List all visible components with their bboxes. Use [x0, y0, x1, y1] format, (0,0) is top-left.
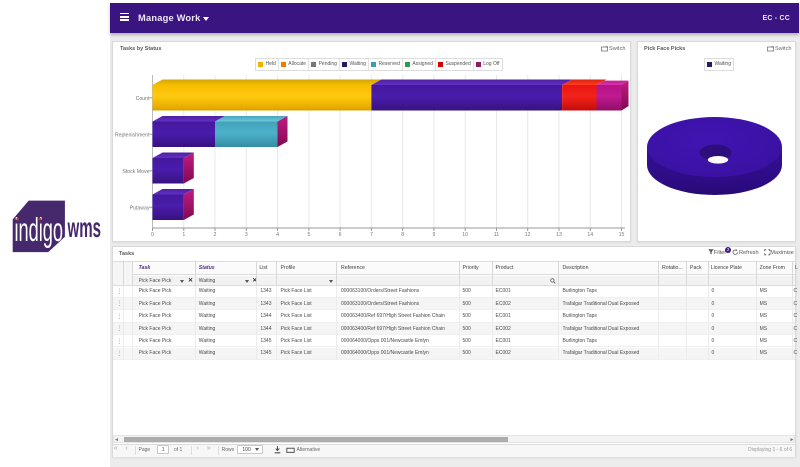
svg-text:Replenishment: Replenishment: [115, 132, 150, 138]
svg-text:indigo: indigo: [15, 211, 64, 248]
svg-text:14: 14: [587, 232, 593, 238]
svg-text:Count: Count: [136, 96, 150, 102]
svg-text:12: 12: [525, 232, 531, 238]
svg-text:7: 7: [370, 232, 373, 238]
svg-text:3: 3: [245, 232, 248, 238]
svg-text:0: 0: [151, 232, 154, 238]
svg-text:13: 13: [556, 232, 562, 238]
svg-text:2: 2: [214, 232, 217, 238]
svg-text:1: 1: [182, 232, 185, 238]
svg-text:6: 6: [339, 232, 342, 238]
svg-text:10: 10: [462, 232, 468, 238]
svg-text:8: 8: [401, 232, 404, 238]
svg-text:5: 5: [307, 232, 310, 238]
svg-text:Stock Move: Stock Move: [122, 169, 149, 175]
svg-text:11: 11: [494, 232, 499, 238]
svg-text:Putaway: Putaway: [130, 205, 150, 211]
svg-text:15: 15: [619, 232, 625, 238]
svg-text:4: 4: [276, 232, 279, 238]
svg-text:9: 9: [432, 232, 435, 238]
svg-text:wms: wms: [67, 212, 101, 243]
